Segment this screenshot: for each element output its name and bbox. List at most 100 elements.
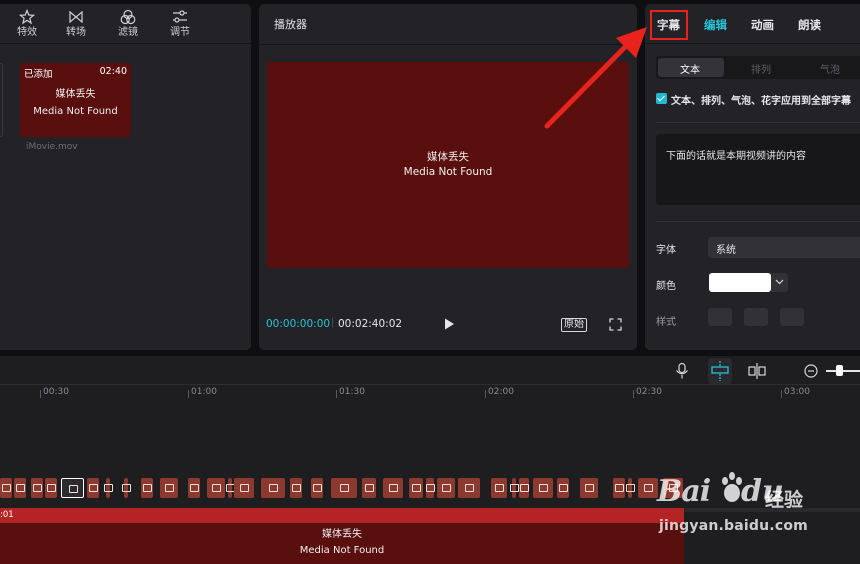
- subtitle-clip[interactable]: [234, 478, 254, 498]
- subtitle-clip[interactable]: [14, 478, 26, 498]
- red-arrow-annotation: [544, 27, 647, 129]
- ruler-tick: [781, 390, 782, 398]
- subtitle-clip[interactable]: [311, 478, 323, 498]
- subtitle-clip[interactable]: [160, 478, 178, 498]
- subtitle-clip[interactable]: [362, 478, 376, 498]
- tool-effects-label: 特效: [17, 27, 37, 38]
- tab-animation[interactable]: 动画: [751, 17, 774, 33]
- subtitle-clip[interactable]: [87, 478, 99, 498]
- snap-toggle[interactable]: [708, 358, 732, 384]
- subtitle-clip[interactable]: [580, 478, 598, 498]
- tool-filter-label: 滤镜: [118, 27, 138, 38]
- tab-read-aloud[interactable]: 朗读: [798, 17, 821, 33]
- player-missing-en: Media Not Found: [403, 166, 493, 178]
- main-clip-time: :01: [0, 510, 14, 520]
- subtitle-clip[interactable]: [533, 478, 553, 498]
- media-card[interactable]: 已添加 02:40 媒体丢失 Media Not Found: [20, 63, 131, 137]
- subtitle-clip[interactable]: [331, 478, 357, 498]
- subtab-bar: 文本 排列 气泡: [656, 56, 860, 79]
- apply-all-checkbox[interactable]: [656, 93, 667, 104]
- subtitle-clip[interactable]: [207, 478, 225, 498]
- subtitle-clip-selected[interactable]: [61, 478, 84, 498]
- split-icon[interactable]: [748, 362, 766, 380]
- subtitle-clip[interactable]: [261, 478, 285, 498]
- color-swatch[interactable]: [709, 273, 771, 292]
- media-panel: 特效 转场 滤镜 调节 已添加 02:40 媒体丢失 Media Not Fou…: [0, 4, 251, 350]
- effects-star-icon: [19, 9, 35, 25]
- subtitle-clip[interactable]: [0, 478, 12, 498]
- tool-adjust-label: 调节: [170, 27, 190, 38]
- divider: [0, 384, 860, 385]
- font-select[interactable]: 系统: [708, 237, 860, 258]
- timecode-separator: |: [331, 317, 335, 328]
- media-card-partial[interactable]: [0, 63, 3, 137]
- subtab-layout[interactable]: 排列: [751, 61, 771, 76]
- main-video-clip[interactable]: :01 媒体丢失 Media Not Found: [0, 508, 684, 564]
- subtitle-clip[interactable]: [557, 478, 569, 498]
- tool-transition[interactable]: 转场: [50, 4, 102, 44]
- subtitle-clip[interactable]: [426, 478, 435, 498]
- style-underline-button[interactable]: [780, 308, 804, 326]
- ruler-tick: [633, 390, 634, 398]
- media-missing-en: Media Not Found: [33, 106, 118, 117]
- added-badge: 已添加: [24, 69, 53, 80]
- timecode-current: 00:00:00:00: [266, 318, 331, 330]
- tool-filter[interactable]: 滤镜: [102, 4, 154, 44]
- subtitle-clip[interactable]: [409, 478, 423, 498]
- player-missing-text: 媒体丢失 Media Not Found: [267, 150, 629, 180]
- tab-edit[interactable]: 编辑: [704, 17, 727, 33]
- subtitle-clip[interactable]: [613, 478, 625, 498]
- color-dropdown[interactable]: [771, 273, 788, 292]
- subtitle-clip[interactable]: [510, 478, 519, 498]
- subtitle-clip[interactable]: [45, 478, 57, 498]
- tool-effects[interactable]: 特效: [4, 4, 50, 44]
- ruler-label: 00:30: [43, 387, 69, 397]
- style-label: 样式: [656, 317, 676, 328]
- subtitle-clip[interactable]: [290, 478, 302, 498]
- main-clip-missing-text: 媒体丢失 Media Not Found: [0, 527, 684, 559]
- subtitle-clip[interactable]: [437, 478, 455, 498]
- subtab-text[interactable]: 文本: [680, 61, 700, 76]
- adjust-sliders-icon: [173, 10, 187, 23]
- font-label: 字体: [656, 245, 676, 256]
- apply-all-label: 文本、排列、气泡、花字应用到全部字幕: [671, 96, 851, 107]
- subtitle-clip[interactable]: [141, 478, 153, 498]
- subtitle-clip[interactable]: [626, 478, 635, 498]
- subtitle-clip[interactable]: [458, 478, 480, 498]
- style-bold-button[interactable]: [708, 308, 732, 326]
- microphone-icon[interactable]: [673, 362, 691, 380]
- divider: [656, 221, 860, 222]
- filter-circles-icon: [120, 9, 136, 25]
- subtitle-clip[interactable]: [491, 478, 507, 498]
- subtitle-clip[interactable]: [638, 478, 658, 498]
- fullscreen-icon[interactable]: [609, 318, 622, 331]
- baidu-watermark: Bai du 经验 jingyan.baidu.com: [657, 468, 857, 546]
- subtitle-clip[interactable]: [188, 478, 200, 498]
- ruler-tick: [485, 390, 486, 398]
- zoom-slider-track[interactable]: [826, 370, 860, 372]
- highlight-box: [650, 10, 688, 40]
- subtitle-clip[interactable]: [519, 478, 529, 498]
- subtab-bubble[interactable]: 气泡: [820, 61, 840, 76]
- subtitle-text-input[interactable]: 下面的话就是本期视频讲的内容: [656, 134, 860, 205]
- media-toolbar: 特效 转场 滤镜 调节: [0, 4, 251, 44]
- subtitle-clip[interactable]: [226, 478, 235, 498]
- ruler-tick: [40, 390, 41, 398]
- chevron-down-icon: [775, 279, 784, 285]
- property-panel: 字幕 编辑 动画 朗读 文本 排列 气泡 文本、排列、气泡、花字应用到全部字幕 …: [645, 4, 860, 350]
- subtitle-clip[interactable]: [31, 478, 43, 498]
- subtitle-clip[interactable]: [383, 478, 403, 498]
- style-italic-button[interactable]: [744, 308, 768, 326]
- timecode-total: 00:02:40:02: [338, 318, 403, 330]
- ruler-tick: [336, 390, 337, 398]
- transition-bowtie-icon: [69, 10, 83, 24]
- main-clip-missing-en: Media Not Found: [299, 545, 385, 556]
- subtitle-clip[interactable]: [122, 478, 131, 498]
- subtitle-clip[interactable]: [104, 478, 113, 498]
- zoom-out-icon[interactable]: [802, 362, 820, 380]
- tool-adjust[interactable]: 调节: [154, 4, 206, 44]
- media-missing-text: 媒体丢失 Media Not Found: [20, 86, 131, 120]
- zoom-slider-handle[interactable]: [836, 365, 843, 376]
- ratio-button[interactable]: 原始: [561, 318, 587, 332]
- play-icon[interactable]: [442, 317, 456, 331]
